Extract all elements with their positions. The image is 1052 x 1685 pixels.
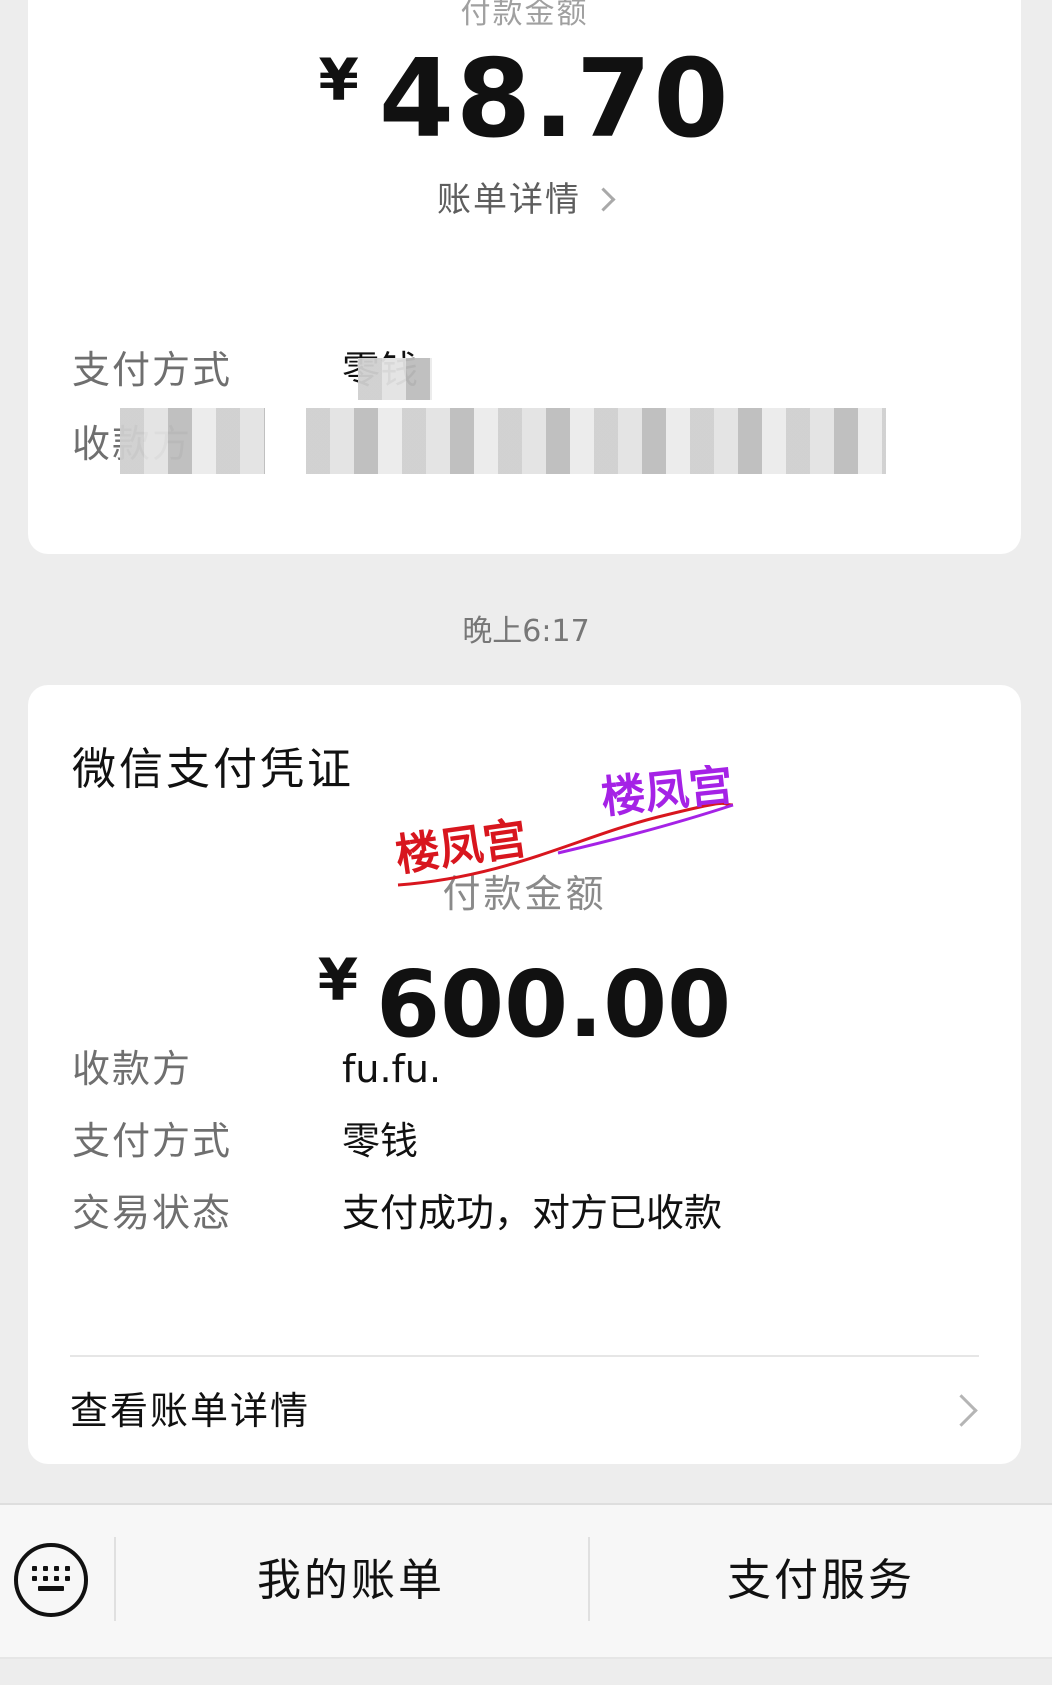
payee-row: 收款方 fu.fu.	[72, 1041, 991, 1097]
keyboard-keys	[32, 1566, 70, 1594]
my-bills-tab[interactable]: 我的账单	[116, 1505, 586, 1657]
mosaic-redaction	[306, 408, 886, 474]
view-bill-detail-link[interactable]: 查看账单详情	[70, 1377, 979, 1445]
pay-service-tab[interactable]: 支付服务	[590, 1505, 1052, 1657]
currency-symbol: ¥	[318, 46, 361, 114]
row-key: 交易状态	[72, 1191, 233, 1235]
payment-amount: ¥600.00	[28, 925, 1021, 1060]
watermark-stamp: 楼凤宫 楼凤宫	[392, 765, 736, 887]
mosaic-redaction	[358, 358, 432, 400]
row-value: 零钱	[342, 1119, 419, 1163]
row-key: 支付方式	[72, 348, 233, 392]
voucher-title: 微信支付凭证	[72, 744, 354, 795]
row-value: fu.fu.	[342, 1047, 442, 1091]
watermark-text-purple: 楼凤宫	[599, 765, 736, 824]
payment-voucher-card[interactable]: 微信支付凭证 付款金额 楼凤宫 楼凤宫 ¥600.00 收款方 fu.fu. 支…	[28, 685, 1021, 1464]
bill-detail-link[interactable]: 账单详情	[28, 176, 1021, 224]
bill-detail-label: 账单详情	[437, 180, 581, 220]
view-bill-detail-label: 查看账单详情	[70, 1389, 311, 1433]
keyboard-icon[interactable]	[14, 1543, 88, 1617]
pay-method-row: 支付方式 零钱	[72, 342, 991, 398]
watermark-text-red: 楼凤宫	[392, 813, 530, 882]
message-timestamp: 晚上6:17	[462, 614, 590, 649]
pay-method-row: 支付方式 零钱	[72, 1113, 991, 1169]
row-key: 支付方式	[72, 1119, 233, 1163]
payment-amount: ¥48.70	[28, 20, 1021, 160]
divider	[70, 1355, 979, 1357]
row-value: 支付成功，对方已收款	[342, 1191, 723, 1235]
currency-symbol: ¥	[317, 946, 359, 1014]
bottom-menu-bar: 我的账单 支付服务	[0, 1503, 1052, 1659]
transaction-status-row: 交易状态 支付成功，对方已收款	[72, 1185, 991, 1241]
mosaic-redaction	[120, 408, 265, 474]
chevron-right-icon	[591, 187, 616, 212]
amount-value: 48.70	[378, 37, 731, 162]
row-key: 收款方	[72, 1047, 193, 1091]
previous-payment-card: 付款金额 ¥48.70 账单详情 支付方式 零钱 收款方	[28, 0, 1021, 554]
chevron-right-icon	[945, 1394, 978, 1427]
